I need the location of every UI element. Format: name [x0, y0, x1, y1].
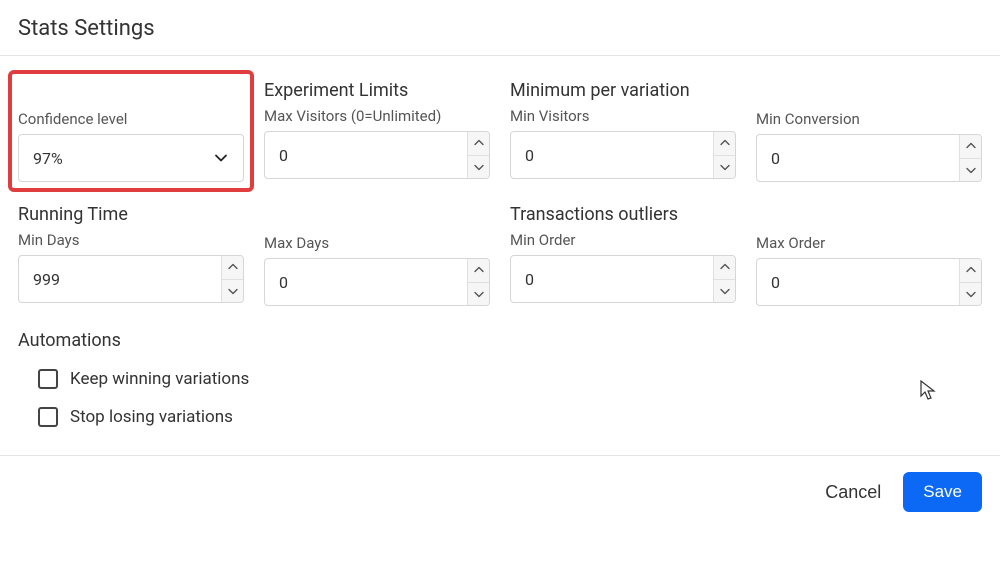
max-days-field: Max Days 0 — [264, 204, 490, 306]
min-days-field: Running Time Min Days 999 — [18, 204, 244, 306]
experiment-limits-title: Experiment Limits — [264, 80, 490, 101]
min-days-value: 999 — [19, 270, 221, 289]
min-order-stepper-controls — [713, 256, 735, 302]
chevron-down-icon — [474, 163, 484, 171]
chevron-down-icon — [966, 166, 976, 174]
min-order-stepper[interactable]: 0 — [510, 255, 736, 303]
min-visitors-step-up[interactable] — [714, 132, 735, 156]
min-days-label: Min Days — [18, 231, 244, 249]
page-title: Stats Settings — [18, 16, 982, 41]
chevron-up-icon — [720, 139, 730, 147]
chevron-down-icon — [720, 287, 730, 295]
max-order-stepper-controls — [959, 259, 981, 305]
max-order-label: Max Order — [756, 234, 982, 252]
min-order-step-down[interactable] — [714, 280, 735, 303]
max-days-value: 0 — [265, 273, 467, 292]
max-days-stepper-controls — [467, 259, 489, 305]
min-visitors-stepper-controls — [713, 132, 735, 178]
chevron-down-icon — [720, 163, 730, 171]
max-order-stepper[interactable]: 0 — [756, 258, 982, 306]
cancel-button[interactable]: Cancel — [825, 482, 881, 503]
min-conversion-field: Min Conversion 0 — [756, 80, 982, 182]
chevron-down-icon — [228, 287, 238, 295]
max-order-value: 0 — [757, 273, 959, 292]
min-conversion-step-up[interactable] — [960, 135, 981, 159]
max-visitors-value: 0 — [265, 146, 467, 165]
max-visitors-field: Experiment Limits Max Visitors (0=Unlimi… — [264, 80, 490, 182]
max-days-step-down[interactable] — [468, 283, 489, 306]
confidence-level-select[interactable]: 97% — [18, 134, 244, 182]
max-days-stepper[interactable]: 0 — [264, 258, 490, 306]
transactions-outliers-title: Transactions outliers — [510, 204, 736, 225]
max-days-label: Max Days — [264, 234, 490, 252]
chevron-up-icon — [228, 263, 238, 271]
min-conversion-stepper[interactable]: 0 — [756, 134, 982, 182]
automations-title: Automations — [18, 330, 982, 351]
keep-winning-label[interactable]: Keep winning variations — [70, 369, 249, 389]
min-visitors-step-down[interactable] — [714, 156, 735, 179]
min-order-field: Transactions outliers Min Order 0 — [510, 204, 736, 306]
min-days-stepper-controls — [221, 256, 243, 302]
max-order-step-up[interactable] — [960, 259, 981, 283]
running-time-title: Running Time — [18, 204, 244, 225]
confidence-level-field: Confidence level 97% — [18, 80, 244, 182]
min-visitors-value: 0 — [511, 146, 713, 165]
min-visitors-field: Minimum per variation Min Visitors 0 — [510, 80, 736, 182]
min-visitors-stepper[interactable]: 0 — [510, 131, 736, 179]
max-visitors-stepper-controls — [467, 132, 489, 178]
min-order-step-up[interactable] — [714, 256, 735, 280]
stop-losing-checkbox[interactable] — [38, 407, 58, 427]
confidence-level-value: 97% — [33, 149, 63, 168]
min-visitors-label: Min Visitors — [510, 107, 736, 125]
min-conversion-stepper-controls — [959, 135, 981, 181]
min-conversion-value: 0 — [757, 149, 959, 168]
action-footer: Cancel Save — [0, 456, 1000, 528]
divider-top — [0, 55, 1000, 56]
save-button[interactable]: Save — [903, 472, 982, 512]
chevron-up-icon — [720, 263, 730, 271]
chevron-up-icon — [474, 139, 484, 147]
min-conversion-step-down[interactable] — [960, 159, 981, 182]
chevron-up-icon — [474, 266, 484, 274]
min-days-step-up[interactable] — [222, 256, 243, 280]
min-order-label: Min Order — [510, 231, 736, 249]
chevron-up-icon — [966, 142, 976, 150]
max-order-step-down[interactable] — [960, 283, 981, 306]
max-visitors-step-up[interactable] — [468, 132, 489, 156]
min-order-value: 0 — [511, 270, 713, 289]
chevron-down-icon — [474, 290, 484, 298]
max-days-step-up[interactable] — [468, 259, 489, 283]
min-per-variation-title: Minimum per variation — [510, 80, 736, 101]
min-conversion-label: Min Conversion — [756, 110, 982, 128]
max-visitors-stepper[interactable]: 0 — [264, 131, 490, 179]
chevron-down-icon — [966, 290, 976, 298]
confidence-level-label: Confidence level — [18, 110, 244, 128]
chevron-down-icon — [213, 150, 229, 166]
max-visitors-label: Max Visitors (0=Unlimited) — [264, 107, 490, 125]
keep-winning-checkbox[interactable] — [38, 369, 58, 389]
stop-losing-label[interactable]: Stop losing variations — [70, 407, 233, 427]
min-days-stepper[interactable]: 999 — [18, 255, 244, 303]
chevron-up-icon — [966, 266, 976, 274]
min-days-step-down[interactable] — [222, 280, 243, 303]
max-visitors-step-down[interactable] — [468, 156, 489, 179]
max-order-field: Max Order 0 — [756, 204, 982, 306]
